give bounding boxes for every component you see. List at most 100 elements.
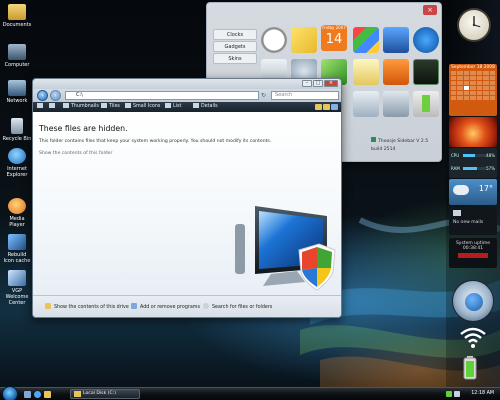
weather-gadget[interactable]: 17°: [449, 179, 497, 205]
show-desktop-icon[interactable]: [24, 391, 31, 398]
details-label: Details: [201, 104, 218, 109]
play-button-icon[interactable]: [465, 293, 483, 311]
details-button[interactable]: Details: [193, 102, 218, 112]
cpu-meter-row: CPU 48%: [451, 152, 495, 159]
desktop-icon-media-player[interactable]: Media Player: [2, 198, 32, 228]
ram-bar: [463, 167, 487, 170]
mail-icon: [453, 210, 461, 216]
small-icons-icon: [125, 103, 131, 108]
ram-label: RAM: [451, 166, 460, 171]
thumbnails-button[interactable]: Thumbnails: [63, 102, 99, 112]
toolbar-folder-buttons: [315, 104, 338, 110]
gadget-terminal-icon[interactable]: [413, 59, 439, 85]
views-icon: [49, 103, 55, 108]
gadget-calendar-icon[interactable]: Friday 2007 14: [321, 25, 347, 51]
small-icons-button[interactable]: Small Icons: [125, 102, 160, 112]
calendar-header: September 18 2008: [451, 65, 495, 70]
cpu-percent: 48%: [486, 153, 495, 158]
desktop-background: Documents Computer Network Recycle Bin I…: [0, 0, 500, 387]
show-drive-label: Show the contents of this drive: [54, 305, 129, 310]
folder-up-icon[interactable]: [323, 104, 330, 110]
taskbar-item-local-disk[interactable]: Local Disk (C:): [70, 389, 140, 399]
battery-icon[interactable]: [463, 356, 477, 380]
new-folder-icon[interactable]: [315, 104, 322, 110]
desktop-icon-recycle-bin[interactable]: Recycle Bin: [2, 118, 32, 142]
minimize-button[interactable]: –: [302, 80, 312, 87]
desktop-icon-rebuild-icon-cache[interactable]: Rebuild Icon cache: [2, 234, 32, 264]
gadget-monitor-icon[interactable]: [383, 27, 409, 53]
slideshow-gadget[interactable]: [449, 117, 497, 147]
task-pane: Show the contents of this drive Add or r…: [33, 295, 341, 317]
ram-bar-fill: [463, 167, 477, 170]
wifi-signal-icon[interactable]: [458, 325, 488, 349]
small-icons-label: Small Icons: [133, 104, 161, 109]
refresh-icon[interactable]: ↻: [261, 91, 269, 100]
list-button[interactable]: List: [165, 102, 181, 112]
mail-gadget[interactable]: No new mails: [449, 207, 497, 235]
hidden-files-description: This folder contains files that keep you…: [39, 139, 272, 144]
gadget-calculator-icon[interactable]: [353, 91, 379, 117]
gadget-notes-icon[interactable]: [291, 27, 317, 53]
uptime-gadget[interactable]: System uptime 00:38:41: [449, 238, 497, 268]
explorer-titlebar[interactable]: – □ ×: [33, 79, 341, 89]
desktop-icon-label: VGP Welcome Center: [5, 288, 29, 306]
taskbar: Local Disk (C:) 12:18 AM: [0, 386, 500, 400]
gallery-tab-skins[interactable]: Skins: [213, 53, 257, 64]
internet-explorer-quicklaunch-icon[interactable]: [34, 391, 41, 398]
clock-gadget[interactable]: [457, 8, 491, 42]
start-button[interactable]: [2, 386, 18, 400]
search-files-task[interactable]: Search for files or folders: [203, 296, 272, 317]
media-player-gadget[interactable]: [452, 280, 494, 322]
gallery-version-text: Thoosje Sidebar V 2.5 build 2514: [371, 139, 429, 152]
calendar-gadget[interactable]: September 18 2008: [449, 64, 497, 116]
explorer-quicklaunch-icon[interactable]: [44, 391, 51, 398]
address-text: C:\: [76, 92, 83, 98]
calendar-grid: [449, 71, 497, 100]
computer-shield-illustration: [235, 206, 336, 291]
desktop-icon-internet-explorer[interactable]: Internet Explorer: [2, 148, 32, 178]
cpu-bar-fill: [463, 154, 475, 157]
gadget-battery-icon[interactable]: [413, 91, 439, 117]
tiles-icon: [101, 103, 107, 108]
gadget-media-icon[interactable]: [413, 27, 439, 53]
gadget-rss-icon[interactable]: [383, 59, 409, 85]
views-dropdown[interactable]: [49, 102, 57, 112]
organize-icon: [37, 103, 43, 108]
folder-options-icon[interactable]: [331, 104, 338, 110]
clock-tray[interactable]: 12:18 AM: [471, 388, 494, 400]
organize-button[interactable]: [37, 102, 45, 112]
gadget-printer-icon[interactable]: [383, 91, 409, 117]
battery-tray-icon[interactable]: [446, 391, 452, 397]
gallery-close-button[interactable]: ×: [423, 5, 437, 15]
address-bar[interactable]: C:\: [65, 91, 259, 100]
add-remove-programs-task[interactable]: Add or remove programs: [131, 296, 200, 317]
gallery-tab-clocks[interactable]: Clocks: [213, 29, 257, 40]
ram-meter-row: RAM 57%: [451, 165, 495, 172]
desktop-icon-welcome-center[interactable]: VGP Welcome Center: [2, 270, 32, 306]
show-drive-contents-task[interactable]: Show the contents of this drive: [45, 296, 129, 317]
search-input[interactable]: Search: [271, 91, 339, 100]
desktop-icon-label: Internet Explorer: [6, 166, 28, 178]
forward-button[interactable]: ›: [50, 90, 61, 101]
window-controls: – □ ×: [302, 80, 338, 87]
gadget-folder-icon[interactable]: [353, 59, 379, 85]
desktop-icon-label: Rebuild Icon cache: [3, 252, 31, 264]
cpu-label: CPU: [451, 153, 460, 158]
back-button[interactable]: ‹: [37, 90, 48, 101]
tiles-button[interactable]: Tiles: [101, 102, 120, 112]
maximize-button[interactable]: □: [313, 80, 323, 87]
desktop-icon-computer[interactable]: Computer: [2, 44, 32, 68]
desktop-icon-label: Network: [6, 98, 28, 104]
cpu-meter-gadget[interactable]: CPU 48% RAM 57%: [449, 148, 497, 178]
volume-tray-icon[interactable]: [454, 391, 460, 397]
gadget-windows-icon[interactable]: [353, 27, 379, 53]
desktop-icon-label: Media Player: [9, 216, 25, 228]
desktop-icon-network[interactable]: Network: [2, 80, 32, 104]
show-folder-contents-link[interactable]: Show the contents of this folder: [39, 151, 112, 156]
close-button[interactable]: ×: [324, 80, 338, 87]
gadget-clock-icon[interactable]: [261, 27, 287, 53]
desktop-icon-documents[interactable]: Documents: [2, 4, 32, 28]
uptime-reset-button[interactable]: [458, 253, 488, 258]
gallery-tab-gadgets[interactable]: Gadgets: [213, 41, 257, 52]
computer-icon: [8, 44, 26, 60]
